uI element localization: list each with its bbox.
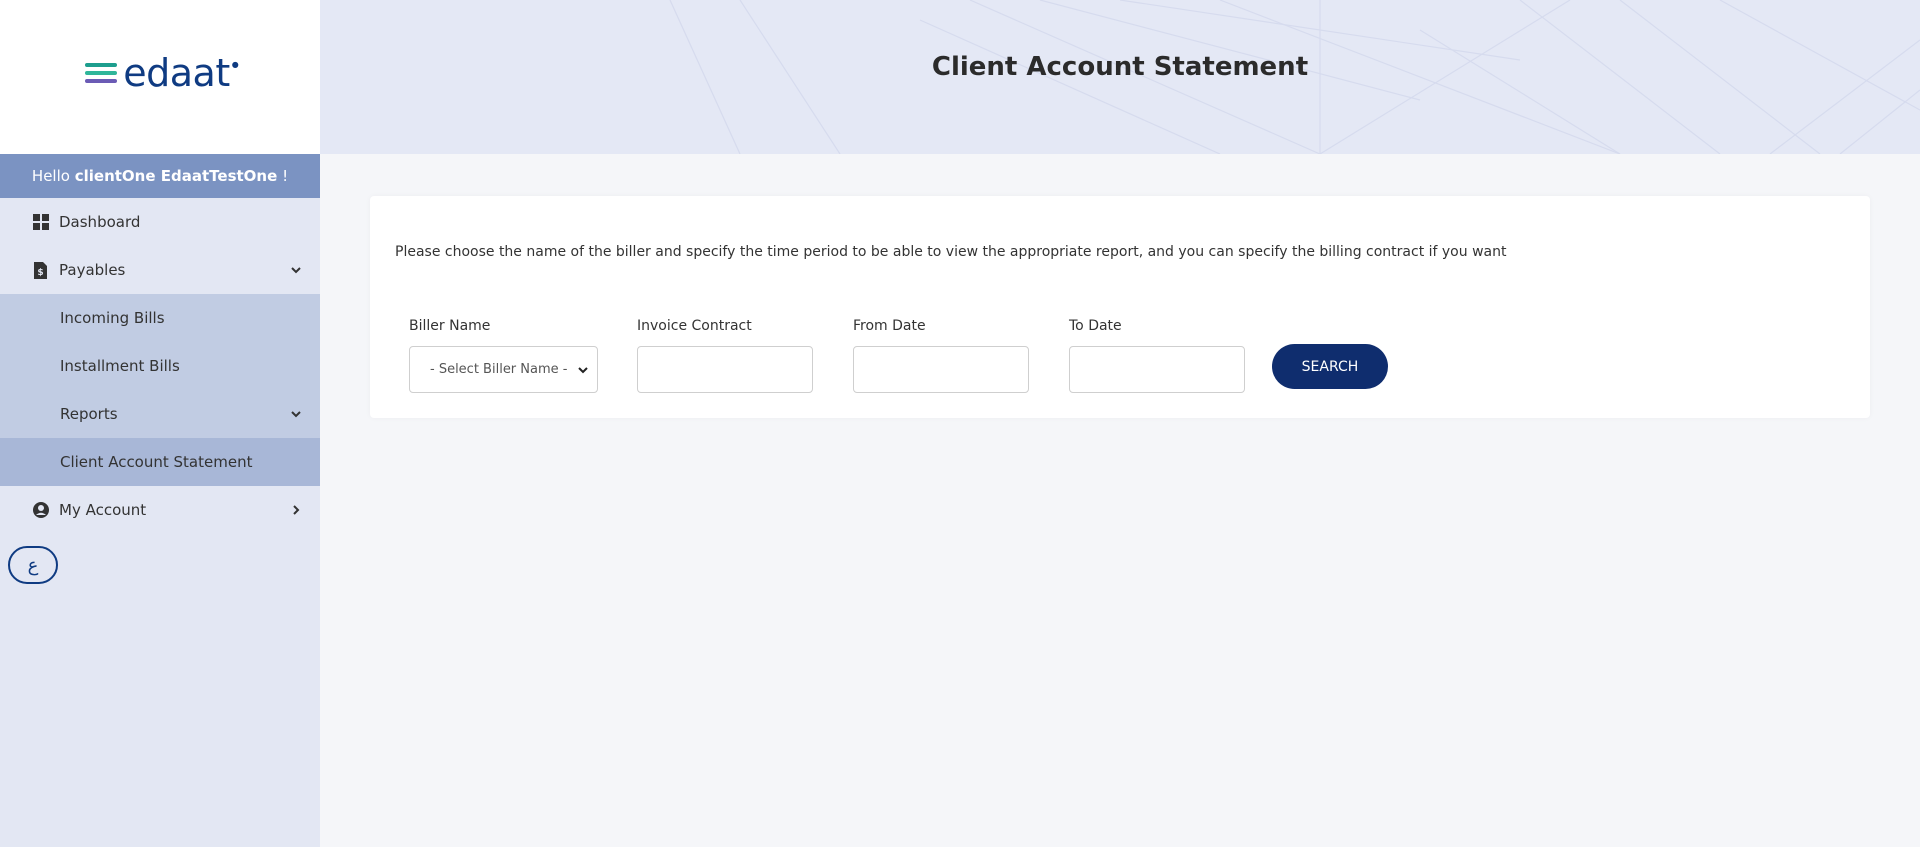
to-date-field: To Date xyxy=(1069,318,1245,393)
sidebar-item-label: Installment Bills xyxy=(60,357,180,375)
logo-stripes-icon xyxy=(85,63,118,83)
logo-text: edaat xyxy=(123,51,230,95)
sidebar-item-label: Dashboard xyxy=(59,213,141,231)
invoice-dollar-icon: $ xyxy=(32,261,49,279)
sidebar-item-label: Client Account Statement xyxy=(60,453,253,471)
user-circle-icon xyxy=(32,502,49,519)
chevron-right-icon xyxy=(293,505,300,515)
to-date-input[interactable] xyxy=(1069,346,1245,393)
sidebar-item-dashboard[interactable]: Dashboard xyxy=(0,198,320,246)
biller-name-label: Biller Name xyxy=(409,318,491,334)
sidebar-item-incoming-bills[interactable]: Incoming Bills xyxy=(0,294,320,342)
page-header: Client Account Statement xyxy=(320,0,1920,154)
sidebar-item-payables[interactable]: $ Payables xyxy=(0,246,320,294)
search-button[interactable]: SEARCH xyxy=(1272,344,1388,389)
to-date-label: To Date xyxy=(1069,318,1122,334)
sidebar-item-installment-bills[interactable]: Installment Bills xyxy=(0,342,320,390)
chevron-down-icon xyxy=(578,366,588,373)
payables-submenu: Incoming Bills Installment Bills Reports… xyxy=(0,294,320,486)
from-date-input[interactable] xyxy=(853,346,1029,393)
dashboard-icon xyxy=(32,214,49,231)
chevron-down-icon xyxy=(291,267,301,274)
sidebar-item-my-account[interactable]: My Account xyxy=(0,486,320,534)
from-date-field: From Date xyxy=(853,318,1029,393)
instructions-text: Please choose the name of the biller and… xyxy=(395,244,1507,260)
greeting-suffix: ! xyxy=(282,167,289,185)
sidebar-item-label: Incoming Bills xyxy=(60,309,165,327)
page-title: Client Account Statement xyxy=(931,52,1309,82)
sidebar-item-label: My Account xyxy=(59,501,147,519)
edaat-logo[interactable]: edaat ● xyxy=(85,51,239,95)
sidebar-item-reports[interactable]: Reports xyxy=(0,390,320,438)
greeting-prefix: Hello xyxy=(31,167,70,185)
sidebar-item-label: Reports xyxy=(60,405,118,423)
logo-area: edaat ● xyxy=(0,0,320,154)
biller-name-selected-value: - Select Biller Name - xyxy=(430,362,568,377)
biller-name-select[interactable]: - Select Biller Name - xyxy=(409,346,598,393)
biller-name-field: Biller Name - Select Biller Name - xyxy=(409,318,598,393)
language-toggle-button[interactable]: ع xyxy=(8,546,58,584)
logo-dot-icon: ● xyxy=(231,60,239,69)
invoice-contract-field: Invoice Contract xyxy=(637,318,813,393)
from-date-label: From Date xyxy=(853,318,926,334)
greeting-username: clientOne EdaatTestOne xyxy=(74,167,278,185)
sidebar: edaat ● Hello clientOne EdaatTestOne ! D… xyxy=(0,0,320,847)
invoice-contract-label: Invoice Contract xyxy=(637,318,752,334)
svg-text:$: $ xyxy=(37,268,43,278)
invoice-contract-input[interactable] xyxy=(637,346,813,393)
sidebar-item-label: Payables xyxy=(59,261,126,279)
report-filter-card: Please choose the name of the biller and… xyxy=(370,196,1870,418)
greeting-bar: Hello clientOne EdaatTestOne ! xyxy=(0,154,320,198)
sidebar-item-client-account-statement[interactable]: Client Account Statement xyxy=(0,438,320,486)
chevron-down-icon xyxy=(291,411,301,418)
